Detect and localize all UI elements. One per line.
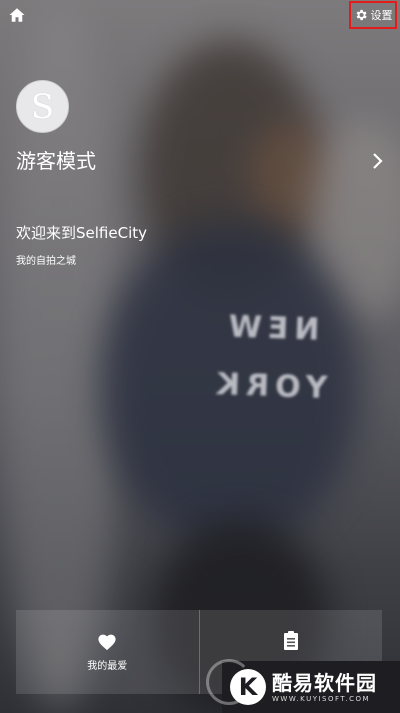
- heart-icon: [98, 634, 116, 650]
- welcome-text: 欢迎来到SelfieCity: [16, 224, 147, 242]
- watermark-name: 酷易软件园: [272, 671, 377, 695]
- loading-ring-icon: [206, 659, 252, 705]
- gear-icon: [356, 9, 367, 21]
- jacket-print: NEW YORK: [210, 309, 328, 407]
- tagline-text: 我的自拍之城: [16, 256, 76, 267]
- tab-favorites-label: 我的最爱: [87, 660, 128, 672]
- settings-label: 设置: [370, 9, 393, 22]
- avatar[interactable]: S: [16, 80, 69, 133]
- tab-favorites[interactable]: 我的最爱: [16, 610, 199, 694]
- chevron-right-icon: [373, 153, 383, 169]
- guest-mode-label: 游客模式: [16, 149, 96, 173]
- home-icon[interactable]: [8, 6, 26, 24]
- avatar-letter: S: [30, 86, 55, 127]
- settings-button[interactable]: 设置: [349, 1, 397, 29]
- clipboard-list-icon: [283, 631, 298, 650]
- watermark-url: WWW.KUYISOFT.COM: [272, 695, 371, 703]
- guest-mode-row[interactable]: 游客模式: [16, 146, 390, 180]
